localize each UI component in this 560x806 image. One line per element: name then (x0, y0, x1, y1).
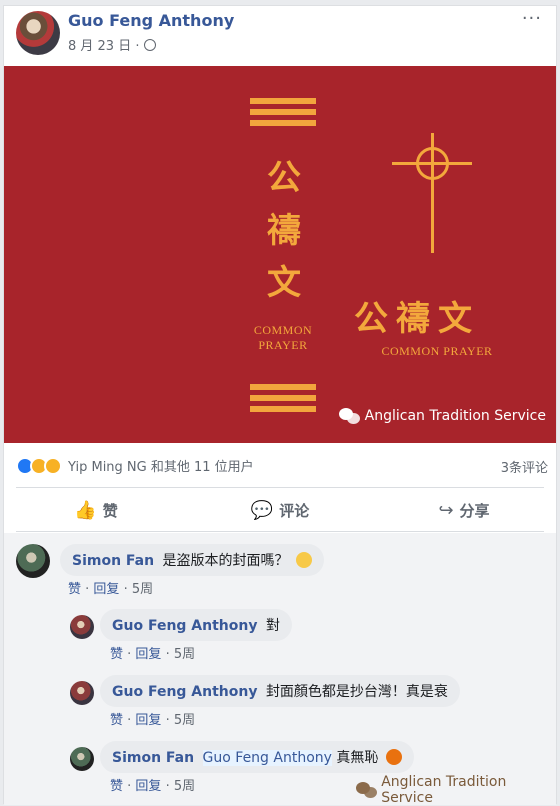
reply-reply-link[interactable]: 回复 (135, 779, 161, 794)
cover-sub-horizontal: COMMON PRAYER (381, 344, 493, 358)
cover-sub-line2: PRAYER (258, 338, 308, 352)
reply-mention[interactable]: Guo Feng Anthony (202, 750, 332, 766)
reply-avatar[interactable] (70, 747, 94, 771)
comment-author[interactable]: Simon Fan (72, 553, 154, 569)
reply-time[interactable]: 5周 (174, 779, 195, 794)
reaction-summary-text[interactable]: Yip Ming NG 和其他 11 位用户 (68, 456, 254, 475)
reply-actions: 赞 · 回复 · 5周 (110, 647, 196, 662)
comment-text: 是盗版本的封面嗎？ (162, 553, 289, 569)
reply-actions: 赞 · 回复 · 5周 (110, 713, 196, 728)
post-author-name[interactable]: Guo Feng Anthony (68, 11, 234, 30)
reply-reply-link[interactable]: 回复 (135, 647, 161, 662)
comment-like-link[interactable]: 赞 (68, 582, 81, 597)
reply-text: 封面顏色都是抄台灣！真是衰 (265, 684, 448, 700)
watermark-text: Anglican Tradition Service (364, 408, 546, 424)
image-watermark: Anglican Tradition Service (338, 408, 546, 424)
comment-button-label: 评论 (279, 501, 310, 520)
reply-time[interactable]: 5周 (174, 647, 195, 662)
reply-bubble: Guo Feng Anthony 封面顏色都是抄台灣！真是衰 (100, 675, 460, 707)
reply-actions: 赞 · 回复 · 5周 (110, 779, 196, 794)
author-avatar[interactable] (16, 11, 60, 55)
cover-char-1: 公 (267, 158, 301, 198)
thumbs-up-icon: 👍 (74, 499, 97, 521)
post-date[interactable]: 8 月 23 日 (68, 39, 131, 54)
globe-icon (143, 39, 156, 51)
reply-time[interactable]: 5周 (174, 713, 195, 728)
reply-bubble: Guo Feng Anthony 對 (100, 609, 292, 641)
reply-like-link[interactable]: 赞 (110, 647, 123, 662)
comment-button[interactable]: 💬 评论 (188, 490, 372, 530)
action-bar: 👍 赞 💬 评论 ↪ 分享 (4, 490, 556, 530)
comment-icon: 💬 (250, 499, 274, 521)
sad-icon (44, 456, 62, 475)
reply-text: 對 (265, 618, 280, 634)
footer-watermark: Anglican Tradition Service (356, 774, 556, 806)
reply-avatar[interactable] (70, 681, 94, 705)
like-button-label: 赞 (102, 501, 118, 520)
cross-circle (416, 147, 449, 180)
comment-actions: 赞 · 回复 · 5周 (68, 582, 154, 597)
top-bars (250, 98, 316, 131)
footer-watermark-text: Anglican Tradition Service (381, 774, 507, 806)
share-button-label: 分享 (459, 501, 490, 520)
reply-author[interactable]: Guo Feng Anthony (112, 618, 257, 634)
cover-title-horizontal: 公禱文 (354, 299, 480, 339)
reply-avatar[interactable] (70, 615, 94, 639)
divider (16, 487, 544, 488)
wechat-icon (338, 408, 361, 424)
meta-separator: · (135, 39, 140, 54)
post-image[interactable]: 公 禱 文 COMMON PRAYER 公禱文 COMMON PRAYER An… (4, 66, 556, 443)
post-meta: 8 月 23 日 · (68, 35, 156, 54)
comment-bubble: Simon Fan 是盗版本的封面嗎？ (60, 544, 324, 576)
reply-like-link[interactable]: 赞 (110, 713, 123, 728)
reply-bubble: Simon Fan Guo Feng Anthony 真無恥 (100, 741, 414, 773)
divider (16, 531, 544, 532)
wechat-icon (356, 782, 378, 798)
reply-author[interactable]: Guo Feng Anthony (112, 684, 257, 700)
cover-char-3: 文 (267, 263, 301, 303)
reply-reply-link[interactable]: 回复 (135, 713, 161, 728)
reply-text: 真無恥 (336, 750, 379, 766)
reply-like-link[interactable]: 赞 (110, 779, 123, 794)
share-button[interactable]: ↪ 分享 (372, 490, 556, 530)
angry-emoji-icon (385, 749, 402, 765)
bottom-bars (250, 384, 316, 417)
comment-time[interactable]: 5周 (132, 582, 153, 597)
comment-count[interactable]: 3条评论 (501, 457, 548, 476)
share-icon: ↪ (438, 499, 454, 521)
comment-avatar[interactable] (16, 544, 50, 578)
cover-sub-line1: COMMON (253, 323, 313, 337)
reply-author[interactable]: Simon Fan (112, 750, 194, 766)
cover-char-2: 禱 (267, 211, 301, 251)
comment-reply-link[interactable]: 回复 (93, 582, 119, 597)
reaction-summary[interactable]: Yip Ming NG 和其他 11 位用户 (16, 456, 254, 475)
more-options-icon[interactable]: ··· (522, 8, 542, 29)
post-card: Guo Feng Anthony 8 月 23 日 · ··· 公 禱 文 CO… (3, 5, 557, 806)
like-button[interactable]: 👍 赞 (4, 490, 188, 530)
confused-emoji-icon (296, 552, 312, 568)
